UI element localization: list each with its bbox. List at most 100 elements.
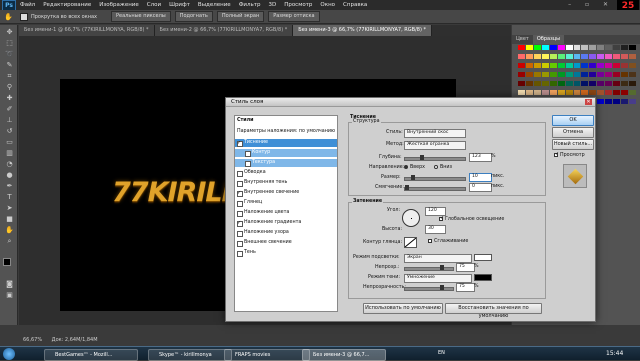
print-size-button[interactable]: Размер оттиска <box>268 11 320 22</box>
color-swatch[interactable] <box>533 45 541 50</box>
color-swatch[interactable] <box>565 63 573 68</box>
color-swatch[interactable] <box>605 90 613 95</box>
color-swatch[interactable] <box>518 81 525 86</box>
color-swatch[interactable] <box>621 63 629 68</box>
color-swatch[interactable] <box>605 63 613 68</box>
color-swatch[interactable] <box>565 72 573 77</box>
start-button-icon[interactable] <box>3 348 15 360</box>
taskbar-fraps[interactable]: FRAPS movies <box>224 349 310 361</box>
color-swatch[interactable] <box>621 54 629 59</box>
color-swatch[interactable] <box>557 81 565 86</box>
color-swatch[interactable] <box>557 72 565 77</box>
style-item[interactable]: Наложение цвета <box>235 209 337 217</box>
color-swatch[interactable] <box>597 45 605 50</box>
move-tool-icon[interactable]: ✥ <box>5 29 14 36</box>
style-item-checkbox[interactable] <box>237 219 243 227</box>
color-swatch[interactable] <box>541 90 549 95</box>
history-brush-tool-icon[interactable]: ↺ <box>5 128 14 135</box>
color-swatch[interactable] <box>581 81 589 86</box>
color-swatch[interactable] <box>541 54 549 59</box>
shape-tool-icon[interactable]: ■ <box>5 216 14 223</box>
color-swatch[interactable] <box>629 72 636 77</box>
color-swatch[interactable] <box>581 63 589 68</box>
color-swatch[interactable] <box>629 99 636 104</box>
color-swatch[interactable] <box>629 45 636 50</box>
tab-document-1[interactable]: Без имени-1 @ 66,7% (77KIRILLMONYA, RGB/… <box>19 25 155 36</box>
size-slider-knob[interactable] <box>410 175 415 180</box>
hand-tool-icon[interactable]: ✋ <box>5 227 14 234</box>
blend-options-item[interactable]: Параметры наложения: по умолчанию <box>235 128 339 136</box>
color-swatch[interactable] <box>597 63 605 68</box>
style-item-checkbox[interactable] <box>237 139 243 147</box>
color-swatch[interactable] <box>557 45 565 50</box>
color-swatch[interactable] <box>597 54 605 59</box>
angle-dial[interactable] <box>402 209 420 227</box>
highlight-color-swatch[interactable] <box>474 254 492 261</box>
color-swatch[interactable] <box>589 63 597 68</box>
zoom-level[interactable]: 66,67% <box>23 337 42 343</box>
styles-header[interactable]: Стили <box>235 117 339 125</box>
color-swatch[interactable] <box>597 90 605 95</box>
pen-tool-icon[interactable]: ✒ <box>5 183 14 190</box>
color-swatch[interactable] <box>629 63 636 68</box>
style-item[interactable]: Тиснение <box>235 139 337 147</box>
taskbar-photoshop[interactable]: Без имени-3 @ 66,7... <box>302 349 386 361</box>
color-swatch[interactable] <box>613 54 621 59</box>
color-swatch[interactable] <box>605 99 613 104</box>
color-swatch[interactable] <box>621 99 629 104</box>
color-swatch[interactable] <box>533 72 541 77</box>
color-swatch[interactable] <box>525 54 533 59</box>
global-light-checkbox[interactable]: ✓ <box>439 215 444 221</box>
color-swatch[interactable] <box>541 81 549 86</box>
style-item[interactable]: Тень <box>235 249 337 257</box>
color-swatch[interactable] <box>573 63 581 68</box>
style-item[interactable]: Текстура <box>235 159 337 167</box>
language-indicator[interactable]: EN <box>438 350 445 356</box>
soften-input[interactable]: 0 <box>469 183 492 192</box>
make-default-button[interactable]: Использовать по умолчанию <box>363 303 443 314</box>
color-swatch[interactable] <box>541 72 549 77</box>
color-swatch[interactable] <box>525 63 533 68</box>
taskbar-skype[interactable]: Skype™ - kirillmonya <box>148 349 232 361</box>
style-item-checkbox[interactable] <box>237 201 243 207</box>
menu-help[interactable]: Справка <box>339 2 371 8</box>
cancel-button[interactable]: Отмена <box>552 127 594 138</box>
color-swatch[interactable] <box>549 81 557 86</box>
style-item[interactable]: Глянец <box>235 199 337 207</box>
style-item-checkbox[interactable] <box>237 241 243 247</box>
color-swatch[interactable] <box>589 72 597 77</box>
fill-screen-button[interactable]: Полный экран <box>216 11 265 22</box>
menu-filter[interactable]: Фильтр <box>235 2 265 8</box>
tab-document-2[interactable]: Без имени-2 @ 66,7% (77KIRILLMONYA7, RGB… <box>154 25 294 36</box>
style-select[interactable]: Внутренний скос <box>404 129 466 138</box>
color-swatch[interactable] <box>605 72 613 77</box>
color-swatch[interactable] <box>518 72 525 77</box>
marquee-tool-icon[interactable]: ⬚ <box>5 40 14 47</box>
color-swatch[interactable] <box>533 81 541 86</box>
menu-file[interactable]: Файл <box>16 2 39 8</box>
menu-type[interactable]: Шрифт <box>165 2 194 8</box>
style-item[interactable]: Наложение узора <box>235 229 337 237</box>
color-swatch[interactable] <box>605 45 613 50</box>
clone-stamp-tool-icon[interactable]: ⊥ <box>5 117 14 124</box>
style-item[interactable]: Внутреннее свечение <box>235 189 337 197</box>
style-item-checkbox[interactable] <box>245 151 251 157</box>
dodge-tool-icon[interactable]: ● <box>5 172 14 179</box>
color-swatch[interactable] <box>581 45 589 50</box>
actual-pixels-button[interactable]: Реальные пикселы <box>111 11 171 22</box>
color-swatch[interactable] <box>525 72 533 77</box>
color-swatch[interactable] <box>533 54 541 59</box>
color-swatch[interactable] <box>597 72 605 77</box>
style-item-checkbox[interactable] <box>237 171 243 177</box>
color-swatch[interactable] <box>518 54 525 59</box>
soften-slider[interactable] <box>404 185 466 191</box>
reset-default-button[interactable]: Восстановить значения по умолчанию <box>445 303 542 319</box>
close-icon[interactable]: ✕ <box>585 99 592 105</box>
altitude-input[interactable]: 30 <box>425 225 446 234</box>
color-swatch[interactable] <box>613 99 621 104</box>
gloss-contour-preview[interactable] <box>404 237 417 248</box>
style-item[interactable]: Внешнее свечение <box>235 239 337 247</box>
crop-tool-icon[interactable]: ⌗ <box>5 73 14 80</box>
color-swatch[interactable] <box>573 81 581 86</box>
tab-document-3[interactable]: Без имени-3 @ 66,7% (77KIRILLMONYA7, RGB… <box>293 25 432 36</box>
